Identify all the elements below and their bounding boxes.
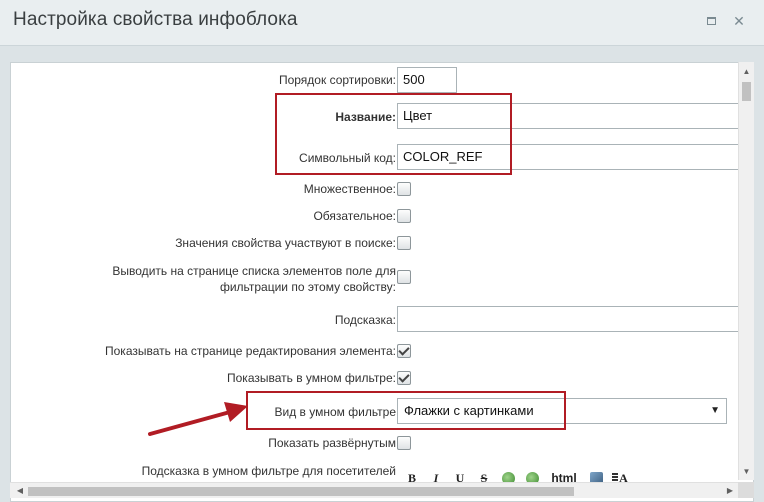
expanded-label: Показать развёрнутым	[268, 436, 396, 450]
scroll-right-icon[interactable]: ▶	[722, 483, 738, 499]
close-icon[interactable]: ✕	[731, 13, 747, 29]
name-input[interactable]: Цвет	[397, 103, 743, 129]
hint-label: Подсказка:	[334, 313, 396, 327]
code-input[interactable]: COLOR_REF	[397, 144, 743, 170]
row-expanded: Показать развёрнутым	[11, 435, 739, 451]
expanded-checkbox[interactable]	[397, 436, 411, 450]
hint-input[interactable]	[397, 306, 743, 332]
show-smart-label: Показывать в умном фильтре:	[227, 371, 396, 385]
row-filter-list: Выводить на странице списка элементов по…	[11, 262, 739, 296]
multiple-label: Множественное:	[303, 182, 396, 196]
filter-list-label: Выводить на странице списка элементов по…	[112, 264, 396, 294]
maximize-icon[interactable]	[703, 13, 719, 29]
row-smart-hint: Подсказка в умном фильтре для посетителе…	[11, 463, 739, 479]
horizontal-scroll-thumb[interactable]	[28, 487, 574, 496]
smart-view-value: Флажки с картинками	[404, 403, 534, 418]
smart-view-label: Вид в умном фильтре	[274, 405, 397, 419]
row-show-smart: Показывать в умном фильтре:	[11, 370, 739, 386]
row-name: Название: Цвет	[11, 103, 743, 129]
row-multiple: Множественное:	[11, 181, 739, 197]
multiple-checkbox[interactable]	[397, 182, 411, 196]
code-label: Символьный код:	[299, 151, 396, 165]
required-checkbox[interactable]	[397, 209, 411, 223]
form-panel: Порядок сортировки: 500 Название: Цвет С…	[10, 62, 754, 502]
scroll-down-icon[interactable]: ▼	[739, 464, 754, 480]
row-code: Символьный код: COLOR_REF	[11, 144, 743, 170]
row-hint: Подсказка:	[11, 306, 743, 332]
smart-hint-label: Подсказка в умном фильтре для посетителе…	[141, 464, 396, 478]
show-smart-checkbox[interactable]	[397, 371, 411, 385]
scroll-up-icon[interactable]: ▲	[739, 64, 754, 80]
sort-input[interactable]: 500	[397, 67, 457, 93]
scrollbar-corner	[738, 482, 754, 498]
vertical-scrollbar[interactable]: ▲ ▼	[738, 62, 754, 480]
row-searchable: Значения свойства участвуют в поиске:	[11, 235, 739, 251]
dropdown-arrow-icon: ▼	[710, 405, 720, 416]
row-show-edit: Показывать на странице редактирования эл…	[11, 343, 739, 359]
scroll-left-icon[interactable]: ◀	[12, 483, 28, 499]
row-sort: Порядок сортировки: 500	[11, 67, 739, 93]
searchable-label: Значения свойства участвуют в поиске:	[175, 236, 396, 250]
required-label: Обязательное:	[313, 209, 396, 223]
row-required: Обязательное:	[11, 208, 739, 224]
searchable-checkbox[interactable]	[397, 236, 411, 250]
dialog-title: Настройка свойства инфоблока	[13, 9, 298, 30]
horizontal-scrollbar[interactable]: ◀ ▶	[10, 482, 754, 498]
show-edit-checkbox[interactable]	[397, 344, 411, 358]
sort-label: Порядок сортировки:	[278, 73, 396, 87]
vertical-scroll-thumb[interactable]	[742, 82, 751, 101]
name-label: Название:	[335, 110, 396, 124]
dialog-title-bar: Настройка свойства инфоблока ✕	[0, 0, 764, 46]
filter-list-checkbox[interactable]	[397, 270, 411, 284]
row-smart-view: Вид в умном фильтре Флажки с картинками …	[11, 398, 739, 424]
show-edit-label: Показывать на странице редактирования эл…	[105, 344, 396, 358]
smart-view-select[interactable]: Флажки с картинками ▼	[397, 398, 727, 424]
